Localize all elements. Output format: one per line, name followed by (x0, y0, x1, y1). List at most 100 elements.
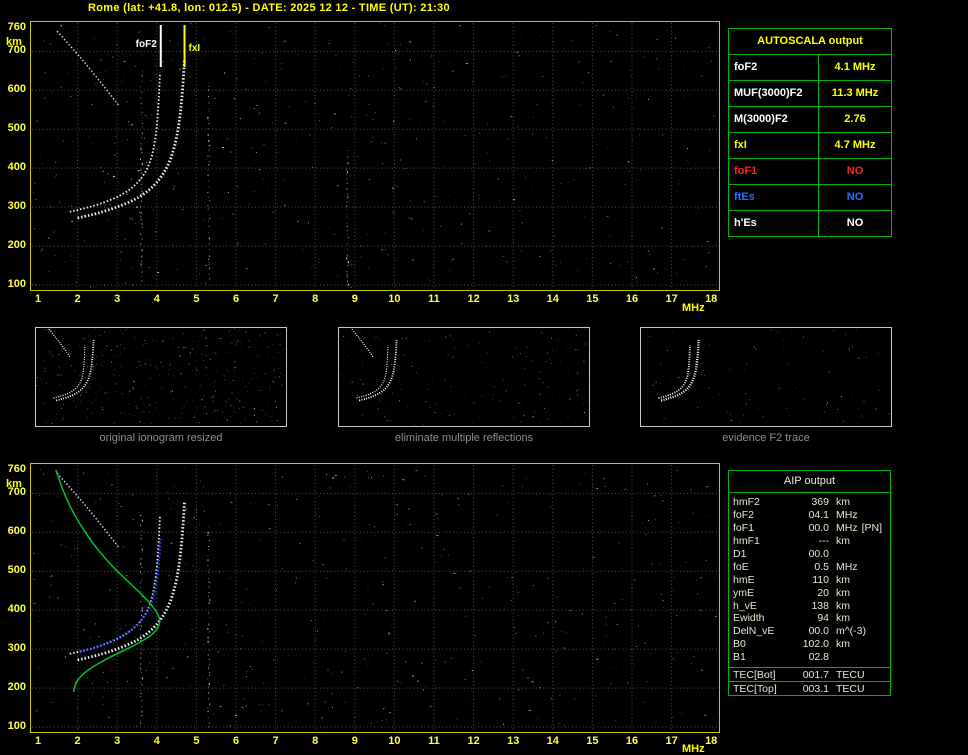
y-tick: 700 (7, 44, 26, 57)
x-tick: 3 (114, 293, 121, 305)
x-tick: 8 (312, 735, 319, 747)
aip-row-unit: km (836, 586, 850, 599)
aip-table-title: AIP output (729, 471, 890, 493)
x-tick: 1 (34, 293, 42, 305)
aip-row: foE 0.5 MHz (729, 560, 890, 573)
thumb-trace (358, 339, 398, 402)
series-restored-trace-fit (79, 538, 162, 654)
y-tick: 200 (7, 239, 26, 252)
aip-row-value: 00.0 (808, 522, 829, 535)
y-tick: 600 (7, 525, 26, 538)
autoscala-row: foF2 4.1 MHz (729, 55, 891, 81)
autoscala-row-label: ftEs (729, 185, 819, 210)
aip-row-name: hmF1 (733, 535, 760, 548)
x-tick: 12 (467, 293, 480, 305)
autoscala-row: ftEs NO (729, 185, 891, 211)
tec-row-name: TEC[Top] (733, 682, 777, 695)
thumb-noise (645, 329, 890, 425)
aip-row-name: B0 (733, 638, 746, 651)
thumbnail-caption-eliminate: eliminate multiple reflections (394, 432, 534, 444)
aip-row-unit: m^(-3) (836, 625, 867, 638)
aip-row: h_vE 138 km (729, 599, 890, 612)
autoscala-row: fxI 4.7 MHz (729, 133, 891, 159)
x-tick: 4 (153, 293, 160, 305)
thumb-trace (351, 328, 375, 359)
x-tick: 4 (153, 735, 160, 747)
thumb-noise (339, 328, 588, 425)
noise-speckle (32, 466, 717, 730)
aip-row-unit: MHz (836, 560, 858, 573)
autoscala-row-label: M(3000)F2 (729, 107, 819, 132)
aip-row: foF1 00.0 MHz [PN] (729, 522, 890, 535)
x-tick: 11 (428, 293, 440, 305)
y-tick: 400 (7, 603, 26, 616)
x-tick: 7 (272, 293, 279, 305)
autoscala-row: h'Es NO (729, 211, 891, 236)
aip-row: Ewidth 94 km (729, 612, 890, 625)
noise-speckle (33, 23, 717, 288)
aip-row-value: 138 (811, 599, 829, 612)
x-tick: 8 (312, 293, 319, 305)
aip-row-unit: km (836, 599, 850, 612)
x-tick: 3 (114, 735, 121, 747)
aip-row-value: 94 (817, 612, 829, 625)
autoscala-table-rows: foF2 4.1 MHz MUF(3000)F2 11.3 MHz M(3000)F2 2… (729, 55, 891, 236)
y-tick: 760 (7, 463, 26, 475)
aip-row-value: --- (818, 535, 830, 548)
autoscala-row-label: h'Es (729, 211, 819, 236)
grid (32, 23, 718, 289)
thumbnail-original-ionogram (35, 327, 287, 427)
aip-row-name: B1 (733, 651, 746, 664)
autoscala-row-value: 4.7 MHz (834, 139, 876, 151)
aip-row-name: foE (733, 560, 749, 573)
autoscala-table: AUTOSCALA output foF2 4.1 MHz MUF(3000)F2 1… (728, 28, 892, 237)
bottom-ionogram-plot (30, 463, 720, 733)
x-tick: 13 (507, 735, 520, 747)
aip-row-unit: km (836, 496, 850, 509)
series-multiple-reflection-streak (56, 30, 120, 107)
y-tick: 500 (7, 564, 26, 577)
autoscala-row-label: foF1 (729, 159, 819, 184)
x-tick: 7 (272, 735, 279, 747)
aip-row: D1 00.0 (729, 548, 890, 561)
thumbnail-eliminate-reflections (338, 327, 590, 427)
aip-row-value: 00.0 (808, 548, 829, 560)
x-tick: 17 (665, 293, 678, 305)
aip-row-value: 02.8 (808, 651, 829, 664)
x-tick: 16 (625, 735, 639, 747)
x-tick: 12 (467, 735, 480, 747)
autoscala-row-value: NO (846, 217, 864, 229)
aip-row: foF2 04.1 MHz (729, 509, 890, 522)
x-tick: 1 (34, 735, 42, 747)
aip-row-name: DelN_vE (733, 625, 775, 638)
aip-row: hmE 110 km (729, 573, 890, 586)
autoscala-row-label: foF2 (729, 55, 819, 80)
aip-row-unit: km (836, 535, 850, 548)
aip-table: AIP output hmF2 369 km foF2 04.1 MHz foF1 00.0 M… (728, 470, 891, 668)
x-tick: 15 (586, 293, 599, 305)
autoscala-row-label: fxI (729, 133, 819, 158)
tec-row-unit: TECU (836, 668, 865, 681)
autoscala-row: MUF(3000)F2 11.3 MHz (729, 81, 891, 107)
aip-table-rows: hmF2 369 km foF2 04.1 MHz foF1 00.0 MHz [PN] hmF1-… (729, 493, 890, 664)
x-tick: 11 (428, 735, 440, 747)
series-f2-x-mode-trace (77, 501, 186, 662)
x-tick: 18 (705, 735, 718, 747)
aip-row-unit: MHz (836, 509, 858, 522)
autoscala-table-title: AUTOSCALA output (729, 29, 891, 55)
thumb-noise (36, 328, 285, 425)
y-tick: 500 (7, 122, 26, 135)
x-tick: 5 (193, 735, 200, 747)
autoscala-row-value: 4.1 MHz (834, 61, 876, 73)
aip-row-name: hmF2 (733, 496, 760, 509)
x-tick: 6 (232, 735, 240, 747)
x-tick: 10 (388, 735, 401, 747)
thumbnail-evidence-canvas (645, 329, 890, 425)
y-tick: 300 (7, 642, 26, 655)
x-tick: 14 (546, 735, 559, 747)
aip-row-name: foF2 (733, 509, 755, 522)
aip-row: ymE 20 km (729, 586, 890, 599)
thumbnail-original-canvas (36, 328, 285, 425)
aip-row-value: 20 (817, 586, 829, 599)
x-tick: 18 (705, 293, 718, 305)
